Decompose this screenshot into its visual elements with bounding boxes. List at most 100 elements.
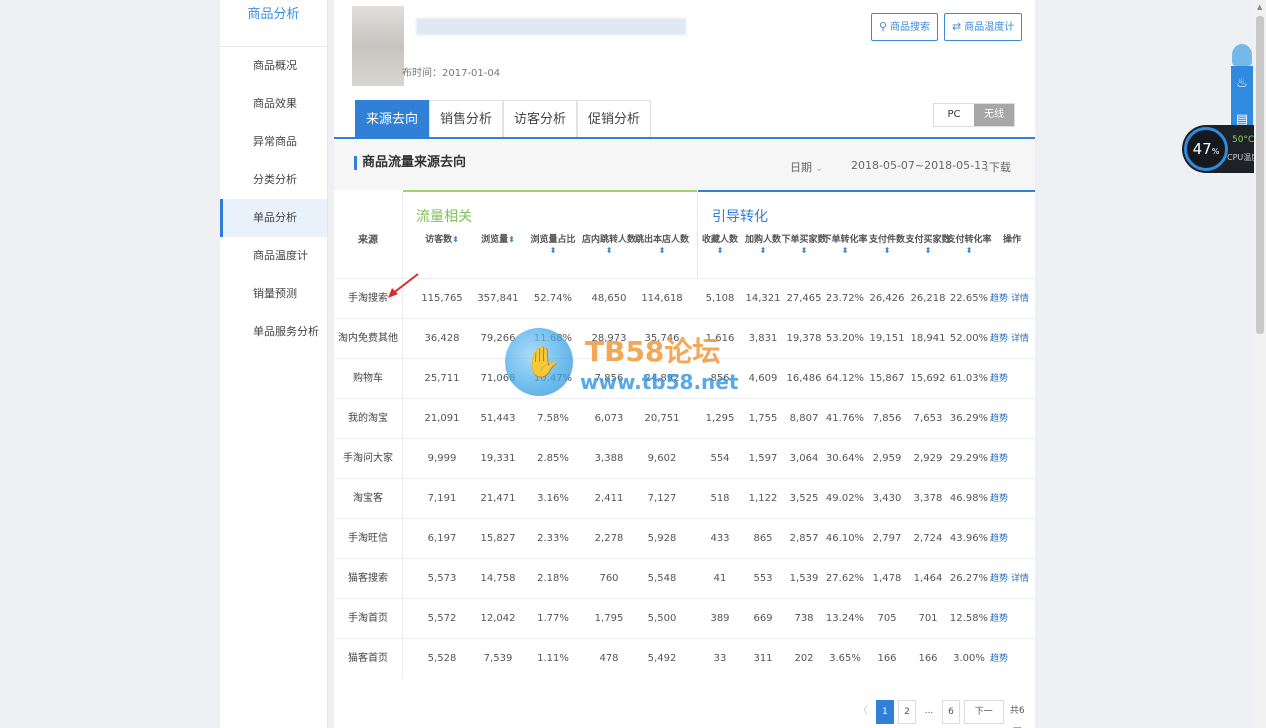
detail-link[interactable]: 详情 bbox=[1011, 574, 1029, 584]
sort-icon[interactable]: ⬍ bbox=[633, 246, 691, 255]
source-cell: 手淘问大家 bbox=[334, 439, 403, 479]
sidebar-item-6[interactable]: 商品温度计 bbox=[220, 237, 327, 275]
table-cell: 5,573 bbox=[427, 573, 457, 584]
analysis-tabs: 来源去向 销售分析 访客分析 促销分析 bbox=[355, 100, 652, 138]
left-sidebar: 商品分析 商品概况 商品效果 异常商品 分类分析 单品分析 商品温度计 销量预测 单品服务分析 bbox=[220, 0, 328, 728]
table-cell: 1.11% bbox=[537, 653, 569, 664]
table-cell: 3,388 bbox=[594, 453, 624, 464]
table-cell: 7,539 bbox=[483, 653, 513, 664]
device-wireless-button[interactable]: 无线 bbox=[974, 104, 1014, 126]
sidebar-item-4[interactable]: 分类分析 bbox=[220, 161, 327, 199]
sort-icon[interactable]: ⬍ bbox=[526, 246, 580, 255]
table-cell: 1,478 bbox=[872, 573, 902, 584]
table-cell: 1,295 bbox=[705, 413, 735, 424]
trend-link[interactable]: 趋势 bbox=[990, 654, 1008, 664]
table-cell: 2.18% bbox=[537, 573, 569, 584]
date-selector[interactable]: 日期 ⌄ bbox=[790, 159, 823, 175]
sort-icon[interactable]: ⬍ bbox=[863, 246, 911, 255]
cpu-monitor-widget[interactable]: 47% 50°C CPU温度 bbox=[1182, 125, 1260, 173]
next-page-button[interactable]: 下一页〉 bbox=[964, 700, 1004, 724]
product-thumbnail[interactable] bbox=[352, 6, 404, 86]
column-header-6[interactable]: 收藏人数 ⬍ bbox=[696, 234, 744, 255]
column-header-13: 操作 bbox=[1002, 235, 1021, 245]
tab-promotion[interactable]: 促销分析 bbox=[577, 100, 652, 138]
trend-link[interactable]: 趋势 bbox=[990, 494, 1008, 504]
table-cell: 22.65% bbox=[949, 293, 989, 304]
page-2-button[interactable]: 2 bbox=[898, 700, 916, 724]
table-cell: 2,411 bbox=[594, 493, 624, 504]
table-cell: 29.29% bbox=[949, 453, 989, 464]
page-scrollbar[interactable]: ▲ bbox=[1254, 0, 1266, 728]
table-cell: 21,091 bbox=[424, 413, 460, 424]
row-actions: 趋势 bbox=[990, 399, 1011, 439]
page-6-button[interactable]: 6 bbox=[942, 700, 960, 724]
annotation-arrow-icon bbox=[388, 273, 419, 298]
trend-link[interactable]: 趋势 bbox=[990, 534, 1008, 544]
table-cell: 52.74% bbox=[533, 293, 573, 304]
tab-visitor[interactable]: 访客分析 bbox=[503, 100, 578, 138]
sidebar-item-3[interactable]: 异常商品 bbox=[220, 123, 327, 161]
sort-icon[interactable]: ⬍ bbox=[696, 246, 744, 255]
sort-icon[interactable]: ⬍ bbox=[945, 246, 993, 255]
tab-underline bbox=[334, 137, 1035, 139]
trend-link[interactable]: 趋势 bbox=[990, 294, 1008, 304]
download-button[interactable]: ⤓下载 bbox=[984, 159, 1011, 175]
table-cell: 41 bbox=[713, 573, 727, 584]
sort-icon[interactable]: ⬍ bbox=[580, 246, 638, 255]
row-actions: 趋势 详情 bbox=[990, 559, 1032, 599]
table-cell: 2,959 bbox=[872, 453, 902, 464]
trend-link[interactable]: 趋势 bbox=[990, 374, 1008, 384]
product-search-button[interactable]: ⚲ 商品搜索 bbox=[871, 13, 939, 41]
column-header-5[interactable]: 跳出本店人数 ⬍ bbox=[633, 234, 691, 255]
table-cell: 5,108 bbox=[705, 293, 735, 304]
sort-icon[interactable]: ⬍ bbox=[452, 235, 459, 244]
chevron-down-icon: ⌄ bbox=[815, 164, 824, 174]
table-cell: 2,797 bbox=[872, 533, 902, 544]
detail-link[interactable]: 详情 bbox=[1011, 294, 1029, 304]
tree-icon[interactable] bbox=[1232, 44, 1252, 66]
table-cell: 389 bbox=[710, 613, 730, 624]
traffic-group-label: 流量相关 bbox=[416, 209, 472, 225]
scroll-thumb[interactable] bbox=[1256, 16, 1264, 334]
sort-icon[interactable]: ⬍ bbox=[508, 235, 515, 244]
trend-link[interactable]: 趋势 bbox=[990, 454, 1008, 464]
trend-link[interactable]: 趋势 bbox=[990, 614, 1008, 624]
prev-page-button[interactable]: 〈 bbox=[854, 700, 872, 724]
watermark-url: www.tb58.net bbox=[580, 370, 739, 394]
trend-link[interactable]: 趋势 bbox=[990, 574, 1008, 584]
sidebar-item-5[interactable]: 单品分析 bbox=[220, 199, 327, 237]
column-header-10[interactable]: 支付件数 ⬍ bbox=[863, 234, 911, 255]
table-cell: 5,572 bbox=[427, 613, 457, 624]
table-cell: 12,042 bbox=[480, 613, 516, 624]
row-actions: 趋势 bbox=[990, 439, 1011, 479]
page-1-button[interactable]: 1 bbox=[876, 700, 894, 724]
traffic-group-bar bbox=[403, 190, 697, 192]
scroll-up-icon[interactable]: ▲ bbox=[1257, 3, 1262, 11]
sidebar-item-7[interactable]: 销量预测 bbox=[220, 275, 327, 313]
conversion-group-label: 引导转化 bbox=[712, 209, 768, 225]
product-thermometer-button[interactable]: ⇄ 商品温度计 bbox=[944, 13, 1023, 41]
tab-sales[interactable]: 销售分析 bbox=[429, 100, 504, 138]
sidebar-item-1[interactable]: 商品概况 bbox=[220, 47, 327, 85]
bell-icon[interactable]: ♨ bbox=[1231, 66, 1253, 102]
column-header-3[interactable]: 浏览量占比 ⬍ bbox=[526, 234, 580, 255]
device-pc-button[interactable]: PC bbox=[934, 104, 974, 126]
table-cell: 3.00% bbox=[953, 653, 985, 664]
table-cell: 51,443 bbox=[480, 413, 516, 424]
column-header-12[interactable]: 支付转化率 ⬍ bbox=[945, 234, 993, 255]
sidebar-item-8[interactable]: 单品服务分析 bbox=[220, 313, 327, 351]
table-cell: 19,331 bbox=[480, 453, 516, 464]
trend-link[interactable]: 趋势 bbox=[990, 334, 1008, 344]
trend-link[interactable]: 趋势 bbox=[990, 414, 1008, 424]
column-header-4[interactable]: 店内跳转人数 ⬍ bbox=[580, 234, 638, 255]
sidebar-item-2[interactable]: 商品效果 bbox=[220, 85, 327, 123]
table-cell: 5,528 bbox=[427, 653, 457, 664]
sidebar-title: 商品分析 bbox=[220, 0, 327, 47]
detail-link[interactable]: 详情 bbox=[1011, 334, 1029, 344]
section-title: 商品流量来源去向 bbox=[354, 156, 466, 170]
tab-source[interactable]: 来源去向 bbox=[355, 100, 430, 138]
source-column-header: 来源 bbox=[334, 192, 403, 278]
column-header-2[interactable]: 浏览量⬍ bbox=[472, 234, 524, 246]
column-header-1[interactable]: 访客数⬍ bbox=[416, 234, 468, 246]
table-row: 手淘搜索 115,765 357,841 52.74% 48,650 114,618 5,1… bbox=[334, 278, 1035, 319]
